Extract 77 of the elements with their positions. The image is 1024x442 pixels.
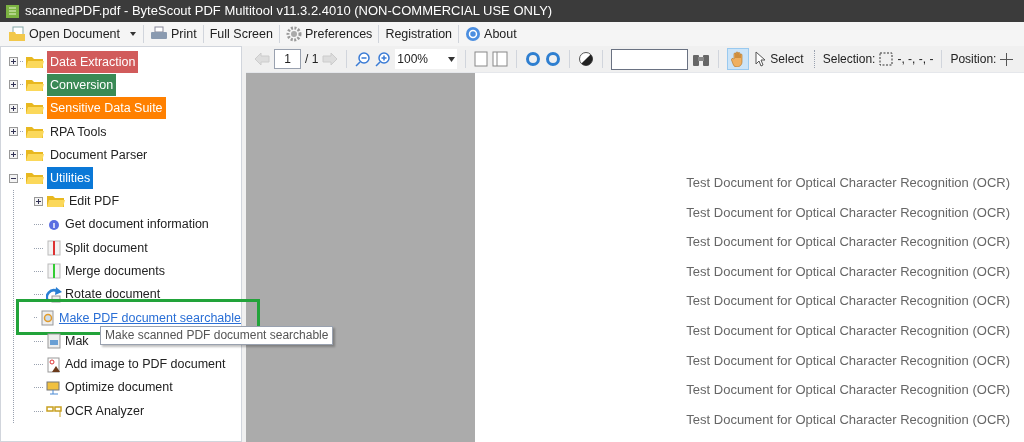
select-tool-button[interactable]: Select (753, 50, 806, 68)
window-title: scannedPDF.pdf - ByteScout PDF Multitool v11.3.2.4010 (NON-COMMERCIAL USE ONLY) (25, 2, 553, 21)
document-line: Test Document for Optical Character Recognition (OCR) (686, 410, 1010, 428)
collapse-icon[interactable] (9, 173, 18, 183)
split-page-icon (46, 240, 62, 256)
toolbar-button[interactable]: About (463, 24, 519, 44)
expand-icon[interactable] (34, 196, 43, 206)
tree-item[interactable]: Merge documents (65, 261, 166, 281)
monitor-icon (46, 379, 62, 396)
page-count: / 1 (305, 51, 319, 68)
expand-icon[interactable] (9, 80, 18, 90)
tree-item[interactable]: Add image to PDF document (65, 355, 226, 374)
tree-item[interactable]: Split document (65, 238, 148, 258)
rotate-icon (46, 286, 62, 303)
folder-icon (25, 124, 45, 139)
tree-item[interactable]: Edit PDF (69, 192, 119, 211)
zoom-in-icon[interactable] (375, 51, 392, 67)
zoom-dropdown[interactable]: 100% (395, 49, 458, 69)
document-line: Test Document for Optical Character Recognition (OCR) (686, 203, 1010, 221)
folder-icon (25, 171, 45, 186)
image-page-icon (46, 356, 62, 373)
search-field[interactable] (611, 48, 689, 70)
crosshair-icon (1000, 52, 1014, 66)
tree-item[interactable]: Utilities (47, 167, 94, 190)
expand-icon[interactable] (9, 103, 18, 113)
toolbar-button[interactable]: Preferences (283, 24, 375, 44)
tree-item[interactable]: Get document information (65, 215, 209, 235)
contrast-icon[interactable] (578, 51, 595, 67)
hand-icon (731, 51, 746, 67)
tree-item[interactable]: Document Parser (47, 143, 151, 166)
folder-icon (25, 101, 45, 116)
position-label: Position: (950, 51, 997, 68)
toolbar-button[interactable]: Registration (383, 24, 455, 44)
tree-item[interactable]: Optimize document (65, 378, 173, 398)
document-line: Test Document for Optical Character Recognition (OCR) (686, 292, 1010, 310)
expand-icon[interactable] (9, 57, 18, 67)
page-field[interactable]: 1 (274, 49, 301, 69)
folder-icon (46, 194, 66, 209)
merge-page-icon (46, 263, 62, 280)
zoom-out-icon[interactable] (355, 51, 372, 67)
expand-icon[interactable] (9, 127, 18, 137)
hand-tool-button[interactable] (727, 48, 750, 70)
expand-icon[interactable] (9, 150, 18, 160)
folder-icon (8, 26, 26, 42)
tree-item[interactable]: Data Extraction (47, 50, 139, 73)
document-line: Test Document for Optical Character Recognition (OCR) (686, 233, 1010, 251)
toolbar-button[interactable]: Full Screen (207, 24, 275, 44)
folder-icon (25, 147, 45, 162)
selection-value: -, -, -, - (897, 51, 934, 68)
tree-item[interactable]: Conversion (47, 73, 117, 96)
caret-icon (448, 56, 456, 62)
glasses-icon (46, 403, 62, 420)
app-icon (6, 4, 19, 18)
document-line: Test Document for Optical Character Recognition (OCR) (686, 351, 1010, 369)
folder-icon (25, 77, 45, 92)
tree-item[interactable]: Mak (65, 331, 89, 351)
tree-item[interactable]: RPA Tools (47, 120, 110, 143)
scanned-page-icon (46, 333, 62, 350)
cursor-icon (755, 51, 767, 67)
selection-label: Selection: (822, 51, 876, 68)
document-line: Test Document for Optical Character Recognition (OCR) (686, 262, 1010, 280)
tooltip: Make scanned PDF document searchable (100, 325, 334, 345)
printer-icon (150, 26, 169, 42)
document-line: Test Document for Optical Character Recognition (OCR) (686, 174, 1010, 191)
caret-icon (129, 31, 138, 37)
tree-item[interactable]: Rotate document (65, 285, 161, 304)
document-line: Test Document for Optical Character Recognition (OCR) (686, 381, 1010, 399)
gear-icon (285, 26, 302, 42)
toolbar-button[interactable]: Open Document (6, 24, 140, 44)
tree-link[interactable]: Make PDF document searchable (58, 308, 241, 328)
magnifier-page-icon (39, 309, 56, 326)
tree-item[interactable]: OCR Analyzer (65, 401, 145, 421)
about-icon (465, 26, 482, 42)
folder-icon (25, 54, 45, 69)
selection-rect-icon (879, 52, 894, 66)
toolbar-button[interactable]: Print (148, 24, 199, 44)
document-line: Test Document for Optical Character Recognition (OCR) (686, 321, 1010, 339)
